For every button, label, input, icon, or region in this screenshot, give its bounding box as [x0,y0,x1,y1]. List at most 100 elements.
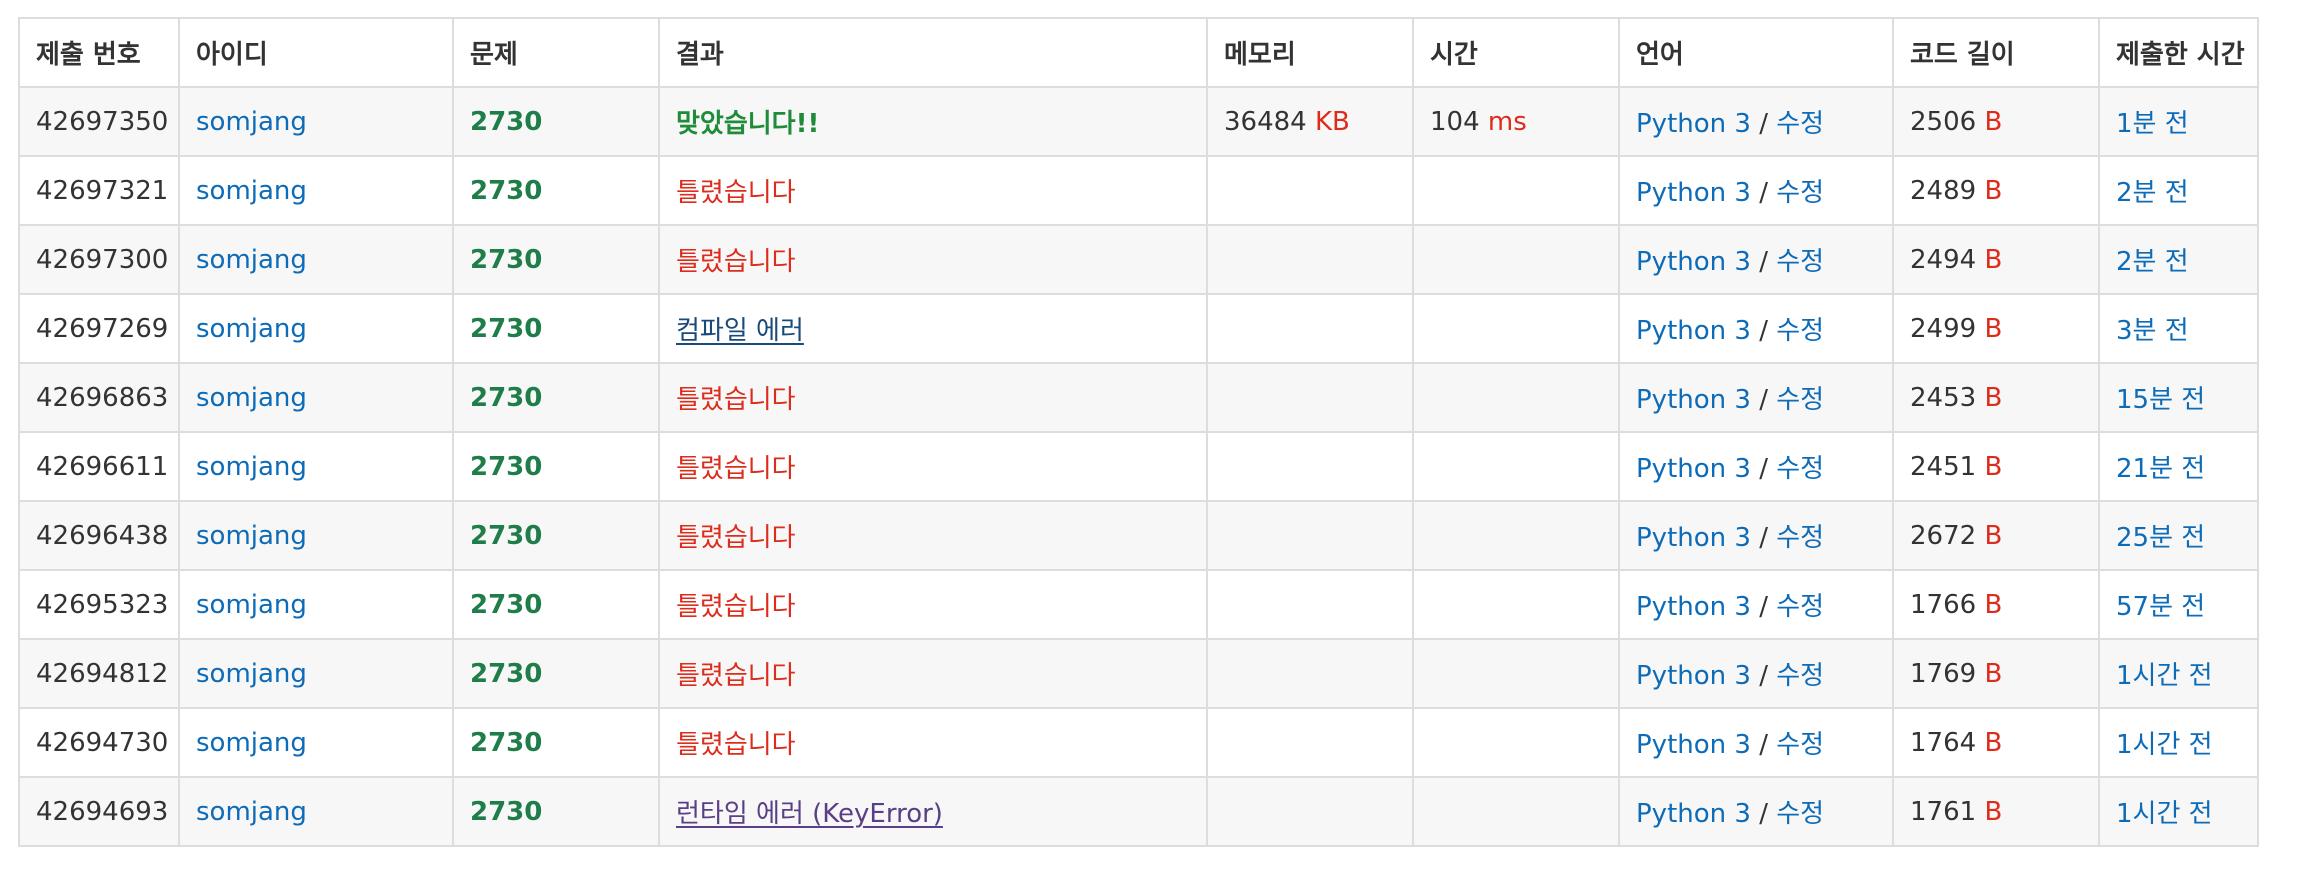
result-text[interactable]: 컴파일 에러 [676,316,804,346]
cell-problem: 2730 [452,362,660,433]
edit-link[interactable]: 수정 [1776,799,1824,829]
user-link[interactable]: somjang [196,383,307,413]
cell-result: 런타임 에러 (KeyError) [658,776,1208,847]
cell-time [1412,362,1620,433]
language-link[interactable]: Python 3 [1636,730,1751,760]
user-link[interactable]: somjang [196,452,307,482]
edit-link[interactable]: 수정 [1776,316,1824,346]
submitted-time-link[interactable]: 57분 전 [2116,592,2205,622]
submitted-time-link[interactable]: 2분 전 [2116,247,2189,277]
user-link[interactable]: somjang [196,314,307,344]
cell-code-length: 2506 B [1892,86,2100,157]
result-text[interactable]: 런타임 에러 (KeyError) [676,799,943,829]
cell-language: Python 3 / 수정 [1618,500,1894,571]
submitted-time-link[interactable]: 1시간 전 [2116,661,2213,691]
edit-link[interactable]: 수정 [1776,661,1824,691]
submitted-time-link[interactable]: 1시간 전 [2116,799,2213,829]
cell-code-length: 2494 B [1892,224,2100,295]
header-code-length: 코드 길이 [1892,17,2100,88]
code-length-value: 1766 [1910,589,1977,620]
cell-memory [1206,569,1414,640]
edit-link[interactable]: 수정 [1776,454,1824,484]
cell-time [1412,500,1620,571]
cell-submission-id: 42696863 [18,362,180,433]
language-link[interactable]: Python 3 [1636,523,1751,553]
problem-link[interactable]: 2730 [470,452,542,482]
edit-link[interactable]: 수정 [1776,109,1824,139]
user-link[interactable]: somjang [196,797,307,827]
submission-status-table: 제출 번호 아이디 문제 결과 메모리 시간 언어 코드 길이 제출한 시간 4… [18,17,2259,847]
problem-link[interactable]: 2730 [470,245,542,275]
language-link[interactable]: Python 3 [1636,178,1751,208]
submitted-time-link[interactable]: 25분 전 [2116,523,2205,553]
problem-link[interactable]: 2730 [470,107,542,137]
user-link[interactable]: somjang [196,521,307,551]
cell-result: 틀렸습니다 [658,500,1208,571]
language-link[interactable]: Python 3 [1636,385,1751,415]
edit-link[interactable]: 수정 [1776,178,1824,208]
table-body: 42697350 somjang 2730 맞았습니다!! 36484 KB 1… [18,86,2259,847]
cell-code-length: 1761 B [1892,776,2100,847]
edit-link[interactable]: 수정 [1776,592,1824,622]
user-link[interactable]: somjang [196,107,307,137]
language-link[interactable]: Python 3 [1636,799,1751,829]
problem-link[interactable]: 2730 [470,176,542,206]
edit-link[interactable]: 수정 [1776,385,1824,415]
cell-submission-id: 42697269 [18,293,180,364]
submitted-time-link[interactable]: 2분 전 [2116,178,2189,208]
cell-submitted-at: 1분 전 [2098,86,2259,157]
cell-result: 컴파일 에러 [658,293,1208,364]
table-row: 42697300 somjang 2730 틀렸습니다 Python 3 / 수… [18,224,2259,295]
user-link[interactable]: somjang [196,176,307,206]
cell-problem: 2730 [452,707,660,778]
code-length-value: 1764 [1910,727,1977,758]
submitted-time-link[interactable]: 1분 전 [2116,109,2189,139]
submitted-time-link[interactable]: 21분 전 [2116,454,2205,484]
cell-user-id: somjang [178,638,454,709]
cell-submission-id: 42697321 [18,155,180,226]
cell-result: 틀렸습니다 [658,638,1208,709]
table-row: 42696863 somjang 2730 틀렸습니다 Python 3 / 수… [18,362,2259,433]
cell-memory [1206,293,1414,364]
table-row: 42697321 somjang 2730 틀렸습니다 Python 3 / 수… [18,155,2259,226]
submitted-time-link[interactable]: 1시간 전 [2116,730,2213,760]
cell-time: 104 ms [1412,86,1620,157]
submitted-time-link[interactable]: 15분 전 [2116,385,2205,415]
cell-code-length: 1764 B [1892,707,2100,778]
user-link[interactable]: somjang [196,659,307,689]
submitted-time-link[interactable]: 3분 전 [2116,316,2189,346]
result-text: 틀렸습니다 [676,661,796,691]
edit-link[interactable]: 수정 [1776,730,1824,760]
problem-link[interactable]: 2730 [470,797,542,827]
cell-memory [1206,155,1414,226]
problem-link[interactable]: 2730 [470,659,542,689]
language-link[interactable]: Python 3 [1636,454,1751,484]
language-link[interactable]: Python 3 [1636,109,1751,139]
cell-submitted-at: 1시간 전 [2098,638,2259,709]
header-memory: 메모리 [1206,17,1414,88]
language-link[interactable]: Python 3 [1636,661,1751,691]
language-separator: / [1759,730,1768,760]
header-submission-id: 제출 번호 [18,17,180,88]
language-link[interactable]: Python 3 [1636,592,1751,622]
cell-language: Python 3 / 수정 [1618,362,1894,433]
cell-time [1412,224,1620,295]
user-link[interactable]: somjang [196,590,307,620]
cell-problem: 2730 [452,224,660,295]
problem-link[interactable]: 2730 [470,728,542,758]
problem-link[interactable]: 2730 [470,383,542,413]
cell-result: 틀렸습니다 [658,431,1208,502]
language-link[interactable]: Python 3 [1636,316,1751,346]
problem-link[interactable]: 2730 [470,314,542,344]
edit-link[interactable]: 수정 [1776,523,1824,553]
problem-link[interactable]: 2730 [470,590,542,620]
edit-link[interactable]: 수정 [1776,247,1824,277]
code-length-value: 1769 [1910,658,1977,689]
code-length-unit: B [1984,382,2003,413]
language-link[interactable]: Python 3 [1636,247,1751,277]
user-link[interactable]: somjang [196,245,307,275]
cell-language: Python 3 / 수정 [1618,776,1894,847]
problem-link[interactable]: 2730 [470,521,542,551]
user-link[interactable]: somjang [196,728,307,758]
cell-code-length: 2489 B [1892,155,2100,226]
